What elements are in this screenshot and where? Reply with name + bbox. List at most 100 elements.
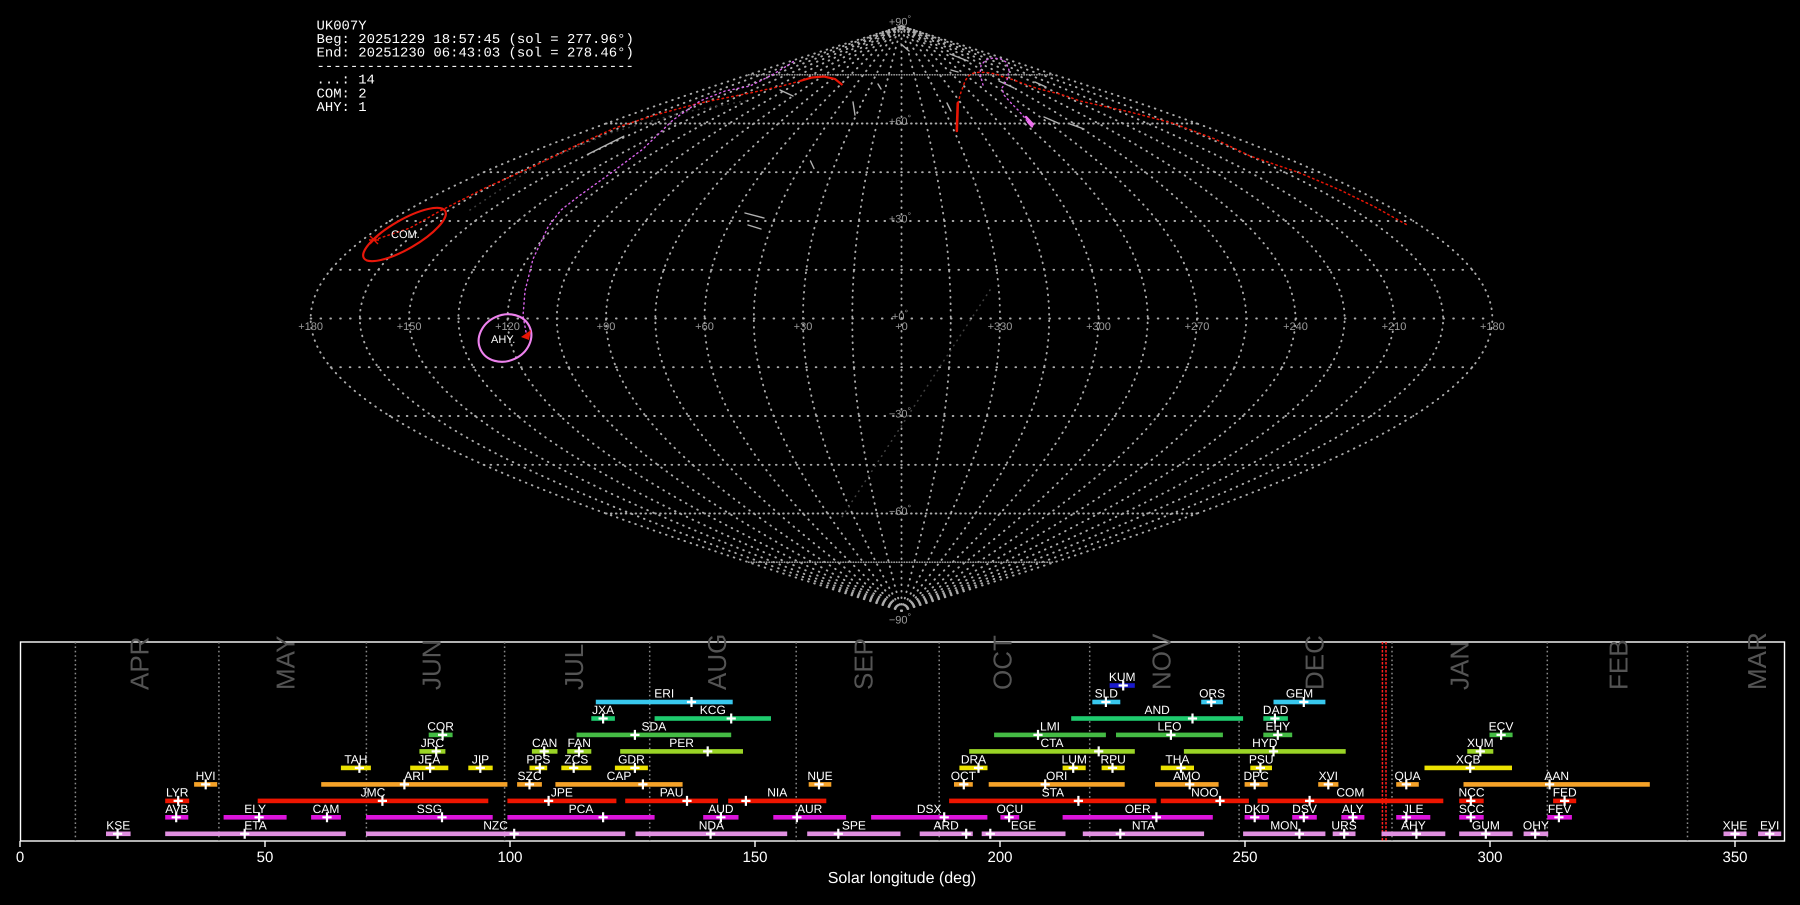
svg-text:AHY: AHY [1401, 818, 1426, 832]
svg-text:OER: OER [1125, 802, 1151, 816]
svg-text:+120: +120 [495, 321, 520, 333]
svg-text:CAN: CAN [532, 736, 557, 750]
svg-text:50: 50 [257, 849, 274, 866]
svg-text:DEC: DEC [1299, 635, 1329, 690]
svg-text:PER: PER [669, 736, 694, 750]
svg-text:DSV: DSV [1292, 802, 1317, 816]
svg-text:+330: +330 [988, 321, 1013, 333]
svg-text:NDA: NDA [699, 818, 724, 832]
svg-text:AHY.: AHY. [491, 334, 515, 346]
svg-text:PCA: PCA [569, 802, 594, 816]
svg-text:OCT: OCT [951, 769, 977, 783]
svg-text:QUA: QUA [1394, 769, 1420, 783]
svg-text:SLD: SLD [1095, 687, 1119, 701]
svg-text:TAH: TAH [344, 752, 367, 766]
svg-text:COR: COR [427, 719, 454, 733]
svg-text:300: 300 [1477, 849, 1502, 866]
svg-text:ERI: ERI [654, 687, 674, 701]
svg-text:CAP: CAP [607, 769, 632, 783]
svg-text:ETA: ETA [244, 818, 266, 832]
svg-text:NTA: NTA [1132, 818, 1155, 832]
svg-text:KCG: KCG [700, 703, 726, 717]
svg-text:+180: +180 [298, 321, 323, 333]
svg-text:250: 250 [1232, 849, 1257, 866]
svg-text:XHE: XHE [1723, 818, 1748, 832]
svg-text:JMC: JMC [361, 785, 386, 799]
svg-text:ALY: ALY [1342, 802, 1364, 816]
svg-text:SCC: SCC [1459, 802, 1485, 816]
svg-text:0: 0 [16, 849, 24, 866]
svg-text:DAD: DAD [1263, 703, 1289, 717]
svg-text:MON: MON [1270, 818, 1298, 832]
svg-text:NIA: NIA [767, 785, 787, 799]
svg-text:SSG: SSG [417, 802, 442, 816]
svg-text:350: 350 [1722, 849, 1747, 866]
svg-text:LEO: LEO [1157, 719, 1181, 733]
svg-text:EGE: EGE [1011, 818, 1036, 832]
svg-text:Solar longitude (deg): Solar longitude (deg) [828, 870, 977, 887]
svg-text:JRC: JRC [421, 736, 445, 750]
svg-text:JLE: JLE [1403, 802, 1424, 816]
svg-text:JPE: JPE [551, 785, 573, 799]
svg-text:NCC: NCC [1459, 785, 1485, 799]
svg-text:AND: AND [1145, 703, 1171, 717]
svg-text:URS: URS [1331, 818, 1356, 832]
svg-text:SZC: SZC [518, 769, 542, 783]
svg-text:PAU: PAU [660, 785, 684, 799]
svg-text:AUR: AUR [797, 802, 823, 816]
svg-text:AVB: AVB [165, 802, 188, 816]
svg-text:LYR: LYR [166, 785, 189, 799]
svg-text:EVI: EVI [1760, 818, 1779, 832]
svg-text:PSU: PSU [1249, 752, 1274, 766]
svg-text:AUG: AUG [702, 634, 732, 690]
svg-text:NOV: NOV [1146, 633, 1176, 690]
svg-text:100: 100 [497, 849, 522, 866]
svg-text:AHY: 1: AHY: 1 [317, 101, 367, 116]
svg-text:SPE: SPE [842, 818, 866, 832]
svg-text:AMO: AMO [1173, 769, 1200, 783]
svg-text:ECV: ECV [1489, 719, 1514, 733]
svg-text:NZC: NZC [483, 818, 508, 832]
svg-text:KUM: KUM [1109, 670, 1136, 684]
svg-text:+90: +90 [597, 321, 616, 333]
svg-text:PPS: PPS [526, 752, 550, 766]
svg-text:EHY: EHY [1265, 719, 1290, 733]
svg-text:THA: THA [1165, 752, 1189, 766]
svg-text:ELY: ELY [244, 802, 266, 816]
svg-text:DRA: DRA [961, 752, 986, 766]
svg-text:AAN: AAN [1544, 769, 1569, 783]
svg-text:MAY: MAY [271, 636, 301, 690]
svg-text:ZCS: ZCS [564, 752, 588, 766]
svg-text:JIP: JIP [472, 752, 489, 766]
svg-text:SEP: SEP [848, 638, 878, 690]
svg-text:JUN: JUN [417, 639, 447, 690]
svg-text:COM.: COM. [391, 229, 420, 241]
svg-text:+240: +240 [1283, 321, 1308, 333]
svg-text:ORS: ORS [1199, 687, 1225, 701]
svg-text:200: 200 [987, 849, 1012, 866]
svg-text:+150: +150 [397, 321, 422, 333]
svg-text:150: 150 [742, 849, 767, 866]
svg-text:SDA: SDA [642, 719, 667, 733]
svg-text:ORI: ORI [1046, 769, 1067, 783]
svg-text:+300: +300 [1086, 321, 1111, 333]
svg-text:GEM: GEM [1286, 687, 1313, 701]
svg-text:NOO: NOO [1191, 785, 1218, 799]
svg-text:COM: COM [1336, 785, 1364, 799]
svg-text:ARI: ARI [404, 769, 424, 783]
svg-text:GUM: GUM [1472, 818, 1500, 832]
svg-text:APR: APR [125, 637, 155, 690]
svg-text:JXA: JXA [592, 703, 614, 717]
svg-text:+180: +180 [1480, 321, 1505, 333]
svg-text:ARD: ARD [934, 818, 960, 832]
svg-text:DPC: DPC [1244, 769, 1270, 783]
svg-text:FEB: FEB [1604, 639, 1634, 690]
svg-text:XCB: XCB [1456, 752, 1481, 766]
svg-text:NUE: NUE [807, 769, 832, 783]
svg-text:RPU: RPU [1101, 752, 1126, 766]
svg-text:+210: +210 [1382, 321, 1407, 333]
svg-text:FEV: FEV [1548, 802, 1571, 816]
svg-text:+60: +60 [695, 321, 714, 333]
svg-text:KSE: KSE [106, 818, 130, 832]
svg-text:STA: STA [1042, 785, 1064, 799]
